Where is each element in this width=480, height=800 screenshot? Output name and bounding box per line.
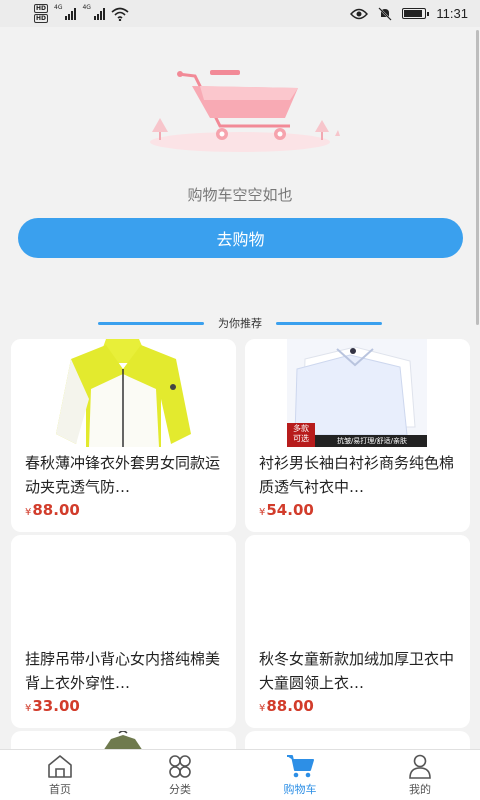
currency-symbol: ¥ — [259, 507, 266, 518]
product-title: 春秋薄冲锋衣外套男女同款运动夹克透气防… — [25, 454, 221, 496]
tab-label: 购物车 — [283, 783, 317, 796]
tab-label: 我的 — [409, 783, 431, 796]
bottom-tab-bar: 首页 分类 购物车 我的 — [0, 749, 480, 800]
product-card[interactable]: 挂脖吊带小背心女内搭纯棉美背上衣外穿性… ¥33.00 — [11, 535, 236, 728]
network-type-2: 4G — [82, 4, 91, 11]
price-value: 54.00 — [266, 501, 314, 519]
product-title: 挂脖吊带小背心女内搭纯棉美背上衣外穿性… — [25, 650, 221, 692]
status-bar: HD HD 4G 4G 11:31 — [0, 0, 480, 27]
price-value: 33.00 — [32, 697, 80, 715]
hd-badge-2: HD — [34, 14, 49, 23]
mute-bell-icon — [378, 6, 393, 21]
go-shopping-button[interactable]: 去购物 — [18, 218, 463, 258]
product-thumbnail-partial — [103, 731, 143, 751]
battery-icon — [402, 8, 430, 19]
home-icon — [48, 755, 72, 778]
empty-cart-message: 购物车空空如也 — [187, 186, 293, 204]
signal-icon-2 — [93, 7, 105, 20]
product-card[interactable]: 春秋薄冲锋衣外套男女同款运动夹克透气防… ¥88.00 — [11, 339, 236, 532]
recommend-divider-right — [276, 321, 382, 325]
product-title: 秋冬女童新款加绒加厚卫衣中大童圆领上衣… — [259, 650, 455, 692]
price-value: 88.00 — [266, 697, 314, 715]
tab-category[interactable]: 分类 — [120, 750, 240, 800]
currency-symbol: ¥ — [259, 703, 266, 714]
user-icon — [409, 754, 431, 779]
network-type-1: 4G — [54, 4, 63, 11]
recommend-title: 为你推荐 — [218, 317, 262, 330]
tab-label: 首页 — [49, 783, 71, 796]
tab-mine[interactable]: 我的 — [360, 750, 480, 800]
status-left: HD HD 4G 4G — [34, 4, 129, 23]
shirt-feature-tags: 抗皱/易打理/舒适/亲肤 — [336, 437, 408, 445]
camisole-image — [11, 535, 236, 643]
product-price: ¥88.00 — [25, 501, 80, 519]
status-time: 11:31 — [436, 6, 468, 21]
product-price: ¥88.00 — [259, 697, 314, 715]
tab-home[interactable]: 首页 — [0, 750, 120, 800]
recommend-divider-left — [98, 321, 204, 325]
sim-indicators: HD HD — [34, 4, 49, 23]
tab-label: 分类 — [169, 783, 191, 796]
shirt-image — [245, 339, 470, 447]
cart-icon — [287, 755, 314, 778]
product-card[interactable]: 多款 可选 抗皱/易打理/舒适/亲肤 衬衫男长袖白衬衫商务纯色棉质透气衬衣中… … — [245, 339, 470, 532]
currency-symbol: ¥ — [25, 703, 32, 714]
hd-badge-1: HD — [34, 4, 49, 13]
jacket-image — [11, 339, 236, 447]
wifi-icon — [111, 7, 129, 21]
tab-cart[interactable]: 购物车 — [240, 750, 360, 800]
scrollbar[interactable] — [476, 30, 479, 325]
status-right: 11:31 — [350, 6, 468, 21]
badge-main: 多款 — [293, 424, 309, 433]
hoodie-image — [245, 535, 470, 643]
product-price: ¥33.00 — [25, 697, 80, 715]
product-title: 衬衫男长袖白衬衫商务纯色棉质透气衬衣中… — [259, 454, 455, 496]
badge-sub: 可选 — [293, 434, 309, 443]
signal-icon — [65, 7, 77, 20]
currency-symbol: ¥ — [25, 507, 32, 518]
product-card[interactable]: 秋冬女童新款加绒加厚卫衣中大童圆领上衣… ¥88.00 — [245, 535, 470, 728]
product-price: ¥54.00 — [259, 501, 314, 519]
shirt-badge: 多款 可选 — [287, 424, 315, 444]
price-value: 88.00 — [32, 501, 80, 519]
category-icon — [169, 755, 191, 778]
eye-icon — [350, 8, 369, 19]
recommend-header: 为你推荐 — [0, 312, 480, 334]
empty-cart-illustration — [150, 70, 340, 152]
